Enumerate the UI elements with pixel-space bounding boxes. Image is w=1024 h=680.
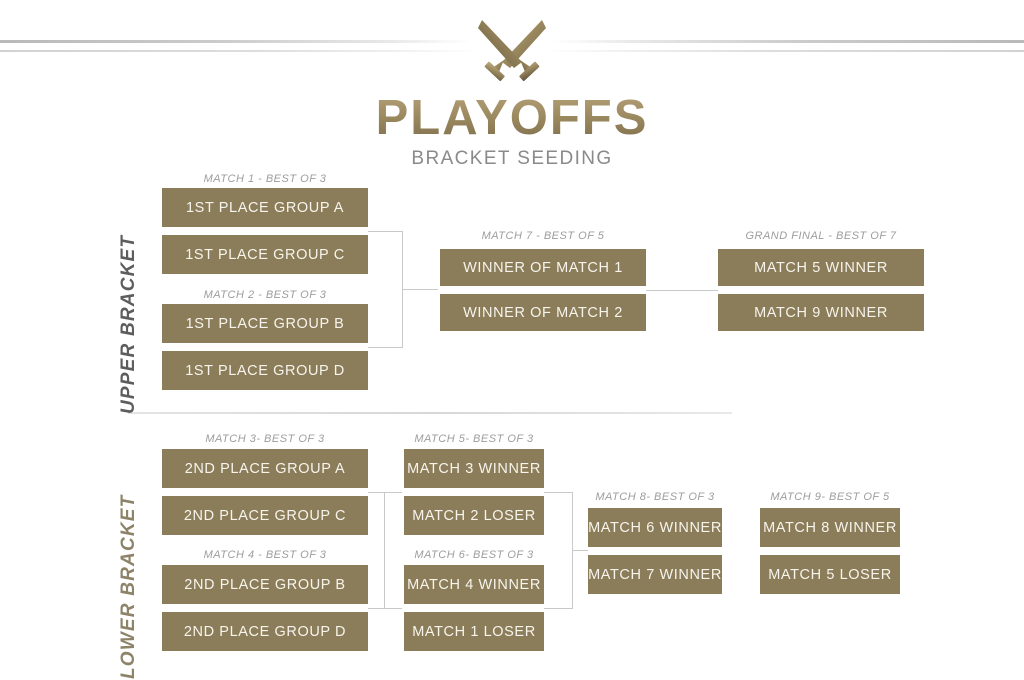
bracket-container: UPPER BRACKET LOWER BRACKET MATCH 1 - BE… [0, 0, 1024, 680]
match-label-match-7: MATCH 7 - BEST OF 5 [481, 230, 605, 242]
slot-match-3-bottom[interactable]: 2ND PLACE GROUP C [162, 496, 368, 535]
connector-upper-semi-out [402, 289, 438, 290]
slot-match-8-bottom[interactable]: MATCH 7 WINNER [588, 555, 722, 594]
slot-match-5-bottom[interactable]: MATCH 2 LOSER [404, 496, 544, 535]
match-label-grand-final: GRAND FINAL - BEST OF 7 [745, 230, 897, 242]
match-label-match-5: MATCH 5- BEST OF 3 [414, 433, 534, 445]
slot-match-2-bottom[interactable]: 1ST PLACE GROUP D [162, 351, 368, 390]
upper-bracket-label: UPPER BRACKET [118, 234, 139, 414]
match-label-match-9: MATCH 9- BEST OF 5 [770, 491, 890, 503]
match-label-match-1: MATCH 1 - BEST OF 3 [203, 173, 327, 185]
crossed-swords-icon [478, 20, 546, 82]
connector-match-4-stub [368, 608, 402, 609]
slot-match-3-top[interactable]: 2ND PLACE GROUP A [162, 449, 368, 488]
slot-match-5-top[interactable]: MATCH 3 WINNER [404, 449, 544, 488]
slot-match-1-top[interactable]: 1ST PLACE GROUP A [162, 188, 368, 227]
slot-grand-final-top[interactable]: MATCH 5 WINNER [718, 249, 924, 286]
slot-match-9-bottom[interactable]: MATCH 5 LOSER [760, 555, 900, 594]
slot-match-1-bottom[interactable]: 1ST PLACE GROUP C [162, 235, 368, 274]
connector-lower-semi-out [572, 550, 588, 551]
connector-match-3-stub [368, 492, 402, 493]
lower-bracket-label: LOWER BRACKET [118, 494, 139, 679]
slot-match-8-top[interactable]: MATCH 6 WINNER [588, 508, 722, 547]
slot-match-4-bottom[interactable]: 2ND PLACE GROUP D [162, 612, 368, 651]
slot-match-7-top[interactable]: WINNER OF MATCH 1 [440, 249, 646, 286]
slot-match-4-top[interactable]: 2ND PLACE GROUP B [162, 565, 368, 604]
connector-match-5-stub [544, 492, 572, 493]
match-label-match-3: MATCH 3- BEST OF 3 [205, 433, 325, 445]
match-label-match-2: MATCH 2 - BEST OF 3 [203, 289, 327, 301]
bracket-section-divider [128, 412, 732, 414]
slot-match-6-top[interactable]: MATCH 4 WINNER [404, 565, 544, 604]
match-label-match-6: MATCH 6- BEST OF 3 [414, 549, 534, 561]
connector-match-6-stub [544, 608, 572, 609]
slot-match-2-top[interactable]: 1ST PLACE GROUP B [162, 304, 368, 343]
slot-match-6-bottom[interactable]: MATCH 1 LOSER [404, 612, 544, 651]
connector-match-1-stub [368, 231, 402, 232]
connector-lower-left-vertical [384, 492, 385, 608]
match-label-match-8: MATCH 8- BEST OF 3 [595, 491, 715, 503]
connector-match-2-stub [368, 347, 402, 348]
connector-match-7-to-final [646, 290, 718, 291]
match-label-match-4: MATCH 4 - BEST OF 3 [203, 549, 327, 561]
slot-match-7-bottom[interactable]: WINNER OF MATCH 2 [440, 294, 646, 331]
slot-match-9-top[interactable]: MATCH 8 WINNER [760, 508, 900, 547]
slot-grand-final-bottom[interactable]: MATCH 9 WINNER [718, 294, 924, 331]
